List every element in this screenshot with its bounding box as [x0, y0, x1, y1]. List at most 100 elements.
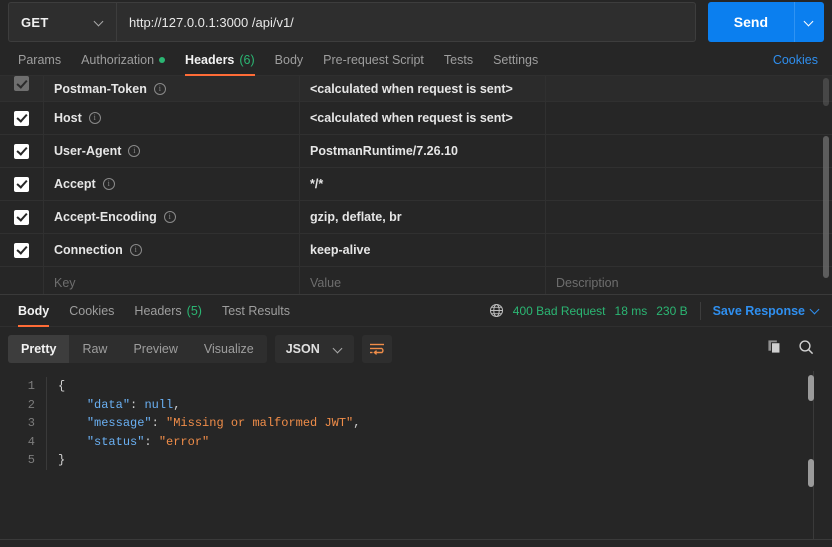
tab-params[interactable]: Params [8, 44, 71, 75]
header-description-cell[interactable] [546, 201, 832, 233]
view-pretty[interactable]: Pretty [8, 335, 70, 363]
info-icon[interactable]: i [102, 178, 115, 190]
tab-tests[interactable]: Tests [434, 44, 483, 75]
table-row[interactable]: Postman-Token i <calculated when request… [0, 76, 832, 102]
view-preview[interactable]: Preview [120, 335, 190, 363]
chevron-down-icon [334, 345, 343, 354]
cookies-link[interactable]: Cookies [767, 44, 824, 75]
scrollbar-thumb[interactable] [808, 459, 814, 487]
header-value-cell[interactable]: <calculated when request is sent> [300, 76, 546, 101]
globe-icon [489, 303, 503, 318]
header-value-cell[interactable]: <calculated when request is sent> [300, 102, 546, 134]
scrollbar-thumb-top[interactable] [823, 78, 829, 106]
bottom-divider [0, 539, 832, 540]
line-number: 1 [27, 379, 35, 393]
header-description-cell[interactable] [546, 102, 832, 134]
response-body-viewer[interactable]: 1 2 3 4 5 { "data": null, "message": "Mi… [0, 371, 832, 540]
response-tab-cookies[interactable]: Cookies [59, 295, 124, 326]
header-value-cell[interactable]: PostmanRuntime/7.26.10 [300, 135, 546, 167]
code-line: "status": "error" [86, 434, 210, 449]
row-checkbox-cell[interactable] [0, 168, 44, 200]
row-checkbox-cell[interactable] [0, 76, 44, 101]
info-icon[interactable]: i [129, 244, 142, 256]
header-key-cell[interactable]: Postman-Token i [44, 76, 300, 101]
scrollbar-thumb[interactable] [823, 136, 829, 278]
row-checkbox-cell[interactable] [0, 201, 44, 233]
table-row[interactable]: Accept-Encoding i gzip, deflate, br [0, 201, 832, 234]
info-icon[interactable]: i [128, 145, 141, 157]
save-response-button[interactable]: Save Response [713, 304, 820, 318]
word-wrap-icon [369, 343, 384, 355]
code-lines[interactable]: { "data": null, "message": "Missing or m… [46, 377, 832, 470]
row-checkbox-cell[interactable] [0, 102, 44, 134]
send-button[interactable]: Send [707, 2, 794, 42]
response-language-select[interactable]: JSON [274, 335, 354, 363]
tab-label: Headers [185, 52, 235, 67]
checkbox-icon[interactable] [14, 176, 29, 192]
header-key-text: Accept-Encoding [54, 210, 157, 224]
table-row[interactable]: Host i <calculated when request is sent> [0, 102, 832, 135]
header-key-text: Connection [54, 243, 123, 257]
header-value-cell[interactable]: */* [300, 168, 546, 200]
row-checkbox-cell[interactable] [0, 234, 44, 266]
line-number: 5 [27, 453, 35, 467]
tab-label: Authorization [81, 52, 155, 67]
scrollbar-thumb-top[interactable] [808, 375, 814, 401]
table-row[interactable]: Accept i */* [0, 168, 832, 201]
new-header-description-input[interactable]: Description [546, 267, 832, 294]
header-key-text: Accept [54, 177, 96, 191]
send-group: Send [707, 2, 824, 42]
tab-label: Test Results [221, 303, 291, 318]
http-method-select[interactable]: GET [8, 2, 116, 42]
header-description-cell[interactable] [546, 135, 832, 167]
header-description-cell[interactable] [546, 76, 832, 101]
header-key-cell[interactable]: User-Agent i [44, 135, 300, 167]
header-description-cell[interactable] [546, 168, 832, 200]
view-raw[interactable]: Raw [69, 335, 120, 363]
header-key-cell[interactable]: Accept-Encoding i [44, 201, 300, 233]
table-row[interactable]: User-Agent i PostmanRuntime/7.26.10 [0, 135, 832, 168]
new-header-value-input[interactable]: Value [300, 267, 546, 294]
checkbox-icon[interactable] [14, 110, 29, 126]
tab-settings[interactable]: Settings [483, 44, 548, 75]
table-row-new[interactable]: Key Value Description [0, 267, 832, 294]
tab-headers[interactable]: Headers (6) [175, 44, 265, 76]
header-value-cell[interactable]: keep-alive [300, 234, 546, 266]
response-tab-headers[interactable]: Headers (5) [124, 295, 212, 326]
header-key-cell[interactable]: Accept i [44, 168, 300, 200]
tab-label: Cookies [69, 303, 115, 318]
response-status-group: 400 Bad Request 18 ms 230 B Save Respons… [489, 295, 824, 326]
send-options-button[interactable] [794, 2, 824, 42]
header-value-cell[interactable]: gzip, deflate, br [300, 201, 546, 233]
info-icon[interactable]: i [88, 112, 101, 124]
new-header-key-input[interactable]: Key [44, 267, 300, 294]
request-url-input[interactable]: http://127.0.0.1:3000 /api/v1/ [116, 2, 696, 42]
header-key-text: User-Agent [54, 144, 122, 158]
response-tab-body[interactable]: Body [8, 295, 59, 327]
checkbox-icon[interactable] [14, 242, 29, 258]
tab-label: Body [274, 52, 304, 67]
checkbox-icon[interactable] [14, 209, 29, 225]
response-tab-test-results[interactable]: Test Results [212, 295, 300, 326]
view-visualize[interactable]: Visualize [191, 335, 267, 363]
tab-badge: (6) [239, 52, 255, 67]
header-key-cell[interactable]: Host i [44, 102, 300, 134]
word-wrap-toggle[interactable] [361, 335, 392, 363]
info-icon[interactable]: i [163, 211, 176, 223]
code-line: "data": null, [86, 397, 181, 412]
response-body-scrollbar[interactable] [808, 375, 814, 535]
checkbox-icon[interactable] [14, 76, 29, 91]
chevron-down-icon [95, 18, 104, 27]
tab-authorization[interactable]: Authorization [71, 44, 175, 75]
tab-pre-request-script[interactable]: Pre-request Script [313, 44, 434, 75]
checkbox-icon[interactable] [14, 143, 29, 159]
table-row[interactable]: Connection i keep-alive [0, 234, 832, 267]
headers-table-scrollbar[interactable] [823, 78, 829, 290]
header-description-cell[interactable] [546, 234, 832, 266]
tab-body[interactable]: Body [265, 44, 314, 75]
search-button[interactable] [798, 339, 814, 360]
copy-button[interactable] [767, 339, 782, 359]
header-key-cell[interactable]: Connection i [44, 234, 300, 266]
row-checkbox-cell[interactable] [0, 135, 44, 167]
info-icon[interactable]: i [153, 82, 166, 95]
